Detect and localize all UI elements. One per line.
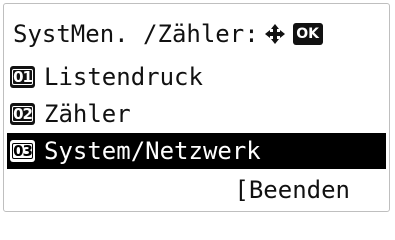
menu-item-label: Zähler [44, 100, 131, 128]
menu-item-label: System/Netzwerk [44, 137, 261, 165]
item-number-badge: 02 [10, 103, 35, 125]
four-way-arrow-icon [264, 24, 285, 44]
item-number: 01 [12, 67, 33, 86]
menu-item-system-netzwerk[interactable]: 03 System/Netzwerk [7, 133, 386, 169]
softkey-beenden[interactable]: [Beenden [7, 172, 386, 208]
menu-item-listendruck[interactable]: 01 Listendruck [7, 59, 386, 95]
ok-key-icon: OK [292, 23, 323, 45]
menu-item-zaehler[interactable]: 02 Zähler [7, 96, 386, 132]
item-number-badge: 01 [10, 66, 35, 88]
menu-header: SystMen. /Zähler: OK [7, 16, 386, 52]
menu-title: SystMen. /Zähler: [13, 20, 259, 48]
lcd-display-panel: SystMen. /Zähler: OK 01 Listendruck 02 Z… [3, 3, 390, 212]
softkey-label: [Beenden [234, 176, 350, 204]
item-number-badge: 03 [10, 140, 35, 162]
menu-item-label: Listendruck [44, 63, 203, 91]
item-number: 02 [12, 104, 33, 123]
item-number: 03 [12, 141, 33, 160]
